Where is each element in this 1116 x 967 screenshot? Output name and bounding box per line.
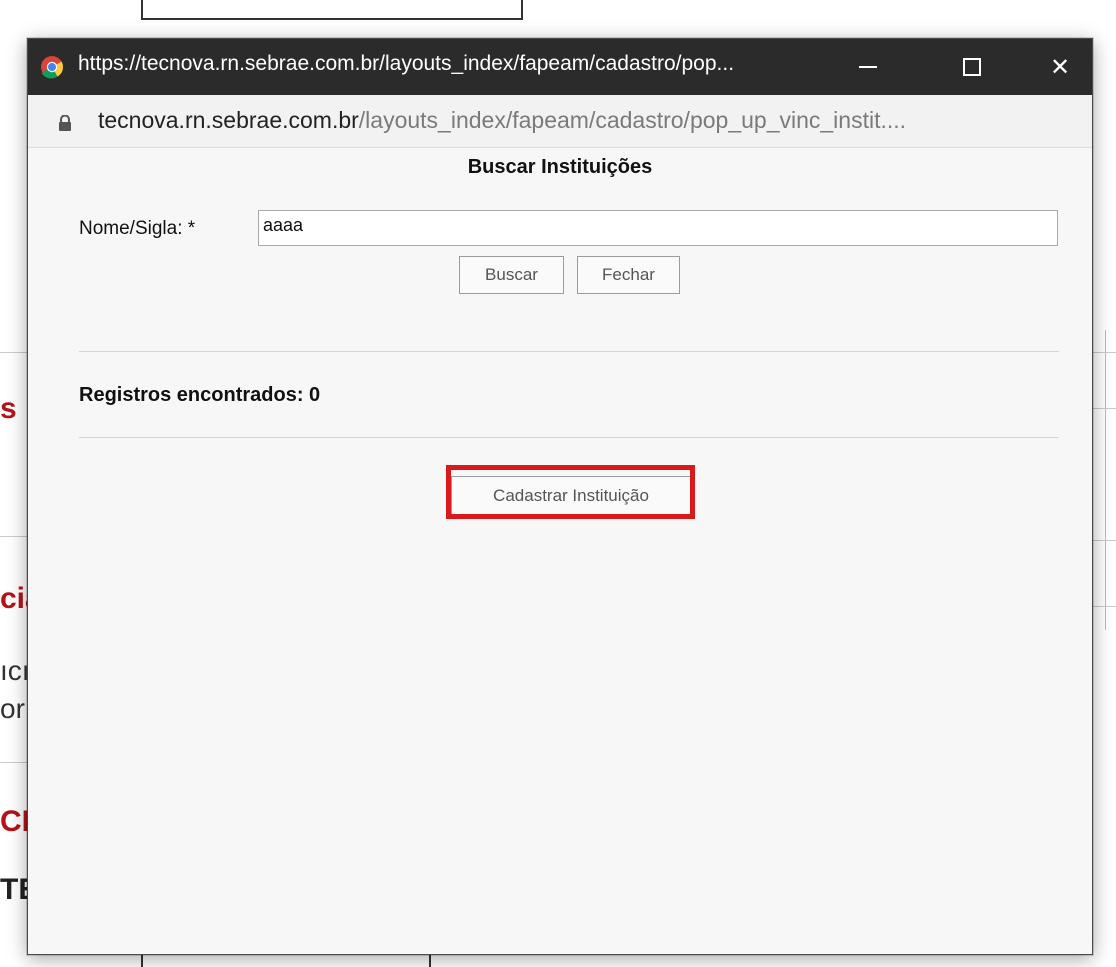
background-divider [429, 955, 431, 967]
divider [79, 351, 1059, 352]
background-text-fragment: cia [0, 582, 27, 615]
address-url: tecnova.rn.sebrae.com.br/layouts_index/f… [98, 107, 1078, 134]
background-divider [1093, 408, 1116, 409]
background-divider [0, 762, 27, 763]
maximize-button[interactable] [940, 39, 1004, 95]
register-institution-button[interactable]: Cadastrar Instituição [451, 476, 691, 516]
background-divider [0, 536, 27, 537]
background-text-fragment: s I [0, 392, 27, 425]
popup-window: https://tecnova.rn.sebrae.com.br/layouts… [27, 38, 1093, 955]
lock-icon [59, 115, 71, 131]
minimize-icon [859, 66, 877, 68]
background-box-outline [141, 0, 523, 20]
background-divider [1093, 540, 1116, 541]
minimize-button[interactable] [836, 39, 900, 95]
background-divider [1093, 352, 1116, 353]
close-button[interactable]: ✕ [1028, 39, 1092, 95]
name-input[interactable]: aaaa [258, 210, 1058, 246]
background-divider [141, 955, 143, 967]
search-button[interactable]: Buscar [459, 256, 564, 294]
maximize-icon [963, 58, 981, 76]
url-host: tecnova.rn.sebrae.com.br [98, 107, 359, 133]
divider [79, 437, 1059, 438]
address-bar[interactable]: tecnova.rn.sebrae.com.br/layouts_index/f… [28, 95, 1092, 148]
close-icon: ✕ [1049, 53, 1071, 81]
close-form-button[interactable]: Fechar [577, 256, 680, 294]
name-field-label: Nome/Sigla: * [79, 218, 196, 239]
background-divider [1105, 330, 1106, 630]
background-divider [0, 352, 27, 353]
window-titlebar[interactable]: https://tecnova.rn.sebrae.com.br/layouts… [28, 39, 1092, 95]
page-title: Buscar Instituições [467, 156, 653, 178]
chrome-icon [41, 56, 63, 79]
url-path: /layouts_index/fapeam/cadastro/pop_up_vi… [358, 107, 907, 133]
popup-content: Buscar Instituições Nome/Sigla: * aaaa B… [28, 148, 1092, 954]
background-text-fragment: or [0, 693, 25, 724]
background-text-fragment: TE [0, 873, 27, 906]
window-title: https://tecnova.rn.sebrae.com.br/layouts… [78, 52, 735, 75]
background-text-fragment: CN [0, 805, 27, 838]
background-text-fragment: ıcı [0, 655, 27, 686]
background-divider [1093, 606, 1116, 607]
records-count: Registros encontrados: 0 [79, 384, 321, 406]
